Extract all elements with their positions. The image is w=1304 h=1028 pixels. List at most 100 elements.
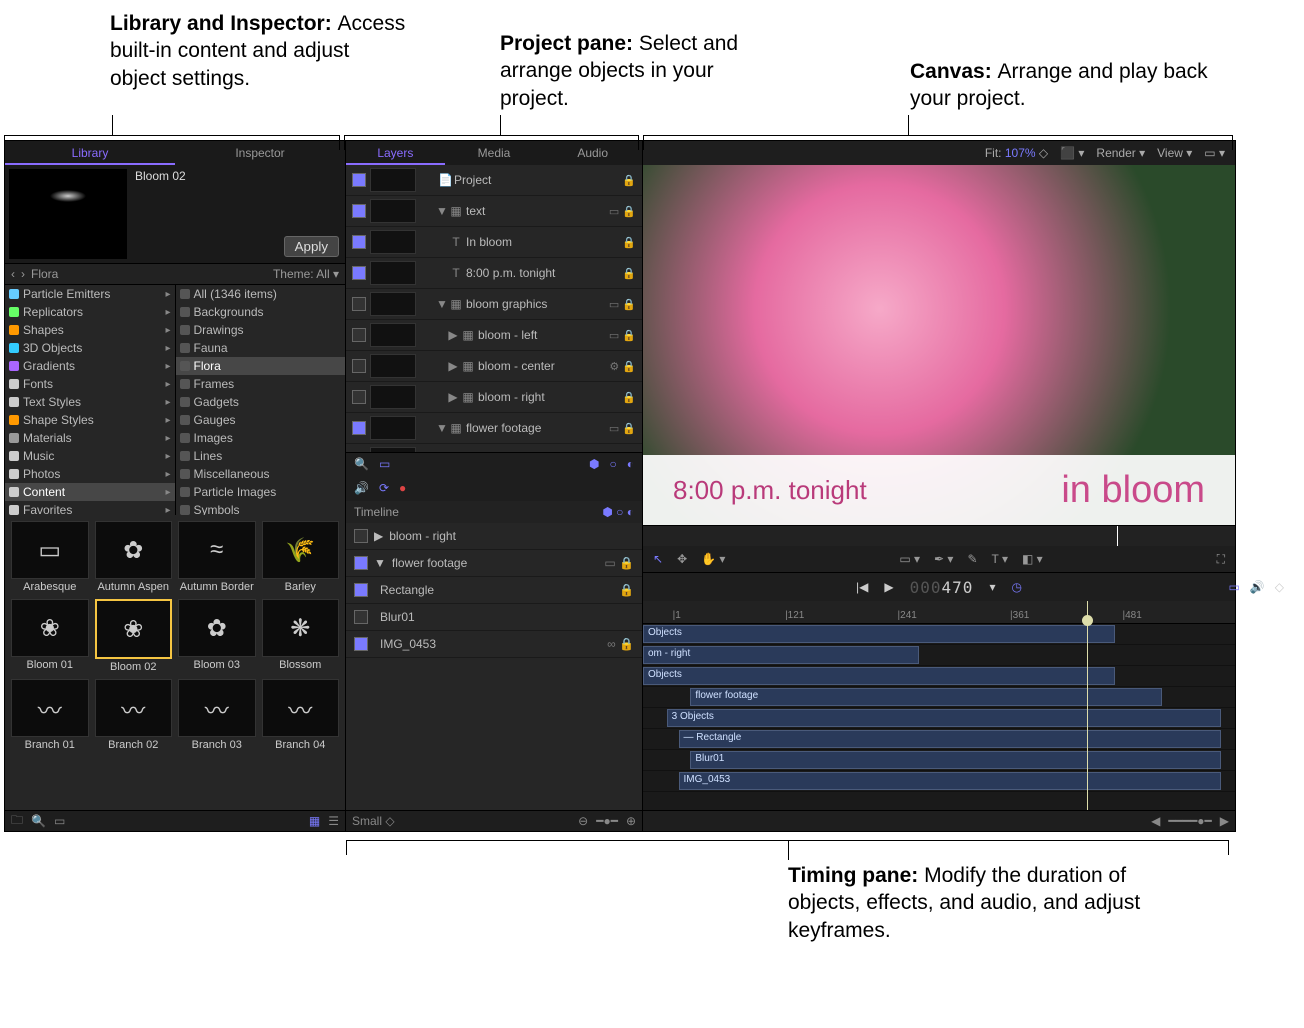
zoom-out-icon[interactable]: ◀ xyxy=(1151,814,1160,828)
subcategory-item[interactable]: Fauna xyxy=(176,339,346,357)
loop-icon[interactable]: ⟳ xyxy=(379,481,389,495)
breadcrumb[interactable]: Flora xyxy=(31,267,58,281)
layer-name[interactable]: 8:00 p.m. tonight xyxy=(466,266,618,280)
layer-name[interactable]: flower footage xyxy=(466,421,605,435)
search-icon[interactable]: 🔍 xyxy=(354,457,369,471)
layer-row[interactable]: 📄Project🔒 xyxy=(346,165,642,196)
category-item[interactable]: Shapes▸ xyxy=(5,321,175,339)
keyframe-icon[interactable]: ◇ xyxy=(1275,580,1284,594)
layer-name[interactable]: text xyxy=(466,204,605,218)
filter-icon[interactable]: ○ xyxy=(616,505,623,519)
disclosure-icon[interactable]: ▼ xyxy=(374,556,386,570)
canvas-viewport[interactable]: 8:00 p.m. tonight in bloom xyxy=(643,165,1235,525)
list-view-icon[interactable]: ☰ xyxy=(328,814,339,828)
play-icon[interactable]: ▶ xyxy=(884,580,893,594)
category-item[interactable]: Fonts▸ xyxy=(5,375,175,393)
content-thumbnail[interactable]: 🌾Barley xyxy=(260,519,342,595)
mask-icon[interactable]: ◐ xyxy=(627,505,634,519)
visibility-checkbox[interactable] xyxy=(352,173,366,187)
timecode-dropdown[interactable]: ▾ xyxy=(989,580,995,594)
content-thumbnail[interactable]: ▭Arabesque xyxy=(9,519,91,595)
content-thumbnail[interactable]: ✿Bloom 03 xyxy=(176,597,258,675)
layers-list[interactable]: 📄Project🔒▼▦text▭ 🔒TIn bloom🔒T8:00 p.m. t… xyxy=(346,165,642,452)
category-list-right[interactable]: All (1346 items)BackgroundsDrawingsFauna… xyxy=(176,285,346,515)
size-dropdown[interactable]: Small ◇ xyxy=(352,814,395,828)
visibility-checkbox[interactable] xyxy=(352,266,366,280)
go-start-icon[interactable]: |◀ xyxy=(856,580,868,594)
zoom-out-icon[interactable]: ⊖ xyxy=(578,814,588,828)
category-item[interactable]: Photos▸ xyxy=(5,465,175,483)
visibility-checkbox[interactable] xyxy=(352,235,366,249)
visibility-checkbox[interactable] xyxy=(354,529,368,543)
timeline-row[interactable]: ▶bloom - right xyxy=(346,523,642,550)
category-item[interactable]: Gradients▸ xyxy=(5,357,175,375)
mini-timeline[interactable] xyxy=(643,525,1235,546)
timeline-clip[interactable]: om - right xyxy=(643,646,919,664)
brush-tool-icon[interactable]: ✎ xyxy=(967,552,977,566)
layer-row[interactable]: ▼▦flower footage▭ 🔒 xyxy=(346,413,642,444)
record-icon[interactable]: ● xyxy=(399,481,406,495)
mask-tool-icon[interactable]: ◧ ▾ xyxy=(1022,552,1043,566)
visibility-checkbox[interactable] xyxy=(354,637,368,651)
timeline-clip[interactable]: IMG_0453 xyxy=(679,772,1222,790)
disclosure-icon[interactable]: ▼ xyxy=(436,421,446,435)
behavior-icon[interactable]: ⬢ xyxy=(589,457,599,471)
layer-row[interactable]: ▶▦bloom - right🔒 xyxy=(346,382,642,413)
theme-dropdown[interactable]: Theme: All ▾ xyxy=(273,267,339,281)
timeline-clip[interactable]: Objects xyxy=(643,625,1115,643)
pan-tool-icon[interactable]: ✋ ▾ xyxy=(701,552,725,566)
nav-back-icon[interactable]: ‹ xyxy=(11,267,15,281)
layer-row[interactable]: ▼▦bloom graphics▭ 🔒 xyxy=(346,289,642,320)
fullscreen-icon[interactable]: ⛶ xyxy=(1217,552,1225,567)
timeline-clip[interactable]: 3 Objects xyxy=(667,709,1222,727)
category-item[interactable]: Favorites▸ xyxy=(5,501,175,515)
category-item[interactable]: Content▸ xyxy=(5,483,175,501)
content-thumbnail[interactable]: ❀Bloom 02 xyxy=(93,597,175,675)
category-item[interactable]: Materials▸ xyxy=(5,429,175,447)
view-icon[interactable]: ▭ xyxy=(54,814,65,828)
timecode-display[interactable]: 000470 xyxy=(910,578,974,597)
timeline-row[interactable]: Blur01 xyxy=(346,604,642,631)
timeline-zoom-slider[interactable]: ━━━━●━ xyxy=(1168,814,1211,828)
zoom-in-icon[interactable]: ▶ xyxy=(1220,814,1229,828)
layer-name[interactable]: bloom - left xyxy=(478,328,605,342)
visibility-checkbox[interactable] xyxy=(352,390,366,404)
content-thumbnail[interactable]: 〰Branch 02 xyxy=(93,677,175,753)
filter-icon[interactable]: ○ xyxy=(610,457,617,471)
layer-row[interactable]: ▼▦text▭ 🔒 xyxy=(346,196,642,227)
content-thumbnail[interactable]: ❀Bloom 01 xyxy=(9,597,91,675)
subcategory-item[interactable]: Drawings xyxy=(176,321,346,339)
content-thumbnail[interactable]: 〰Branch 04 xyxy=(260,677,342,753)
disclosure-icon[interactable]: ▼ xyxy=(436,297,446,311)
pen-tool-icon[interactable]: ✒ ▾ xyxy=(934,552,953,566)
subcategory-item[interactable]: Flora xyxy=(176,357,346,375)
subcategory-item[interactable]: Backgrounds xyxy=(176,303,346,321)
category-item[interactable]: 3D Objects▸ xyxy=(5,339,175,357)
layer-name[interactable]: Project xyxy=(454,173,618,187)
timeline-ruler[interactable]: |1|121|241|361|481 xyxy=(643,601,1235,624)
subcategory-item[interactable]: Images xyxy=(176,429,346,447)
layer-row[interactable]: ◻Rectangle🔒 xyxy=(346,444,642,452)
search-icon[interactable]: 🔍 xyxy=(31,814,46,828)
layer-row[interactable]: ▶▦bloom - left▭ 🔒 xyxy=(346,320,642,351)
category-item[interactable]: Shape Styles▸ xyxy=(5,411,175,429)
subcategory-item[interactable]: Particle Images xyxy=(176,483,346,501)
content-thumbnail[interactable]: ❋Blossom xyxy=(260,597,342,675)
content-thumbnail[interactable]: ✿Autumn Aspen xyxy=(93,519,175,595)
visibility-checkbox[interactable] xyxy=(354,556,368,570)
disclosure-icon[interactable]: ▼ xyxy=(436,204,446,218)
playhead[interactable] xyxy=(1087,601,1088,810)
subcategory-item[interactable]: All (1346 items) xyxy=(176,285,346,303)
mask-icon[interactable]: ◐ xyxy=(627,457,634,471)
subcategory-item[interactable]: Symbols xyxy=(176,501,346,515)
category-item[interactable]: Particle Emitters▸ xyxy=(5,285,175,303)
disclosure-icon[interactable]: ▶ xyxy=(448,328,458,342)
category-list-left[interactable]: Particle Emitters▸Replicators▸Shapes▸3D … xyxy=(5,285,176,515)
grid-view-icon[interactable]: ▦ xyxy=(309,814,320,828)
content-thumbnail[interactable]: 〰Branch 03 xyxy=(176,677,258,753)
visibility-checkbox[interactable] xyxy=(352,204,366,218)
content-thumbnail[interactable]: ≈Autumn Border xyxy=(176,519,258,595)
timeline-clip[interactable]: — Rectangle xyxy=(679,730,1222,748)
show-audio-icon[interactable]: ▭ xyxy=(1228,580,1239,594)
audio-icon[interactable]: 🔊 xyxy=(1250,580,1265,594)
